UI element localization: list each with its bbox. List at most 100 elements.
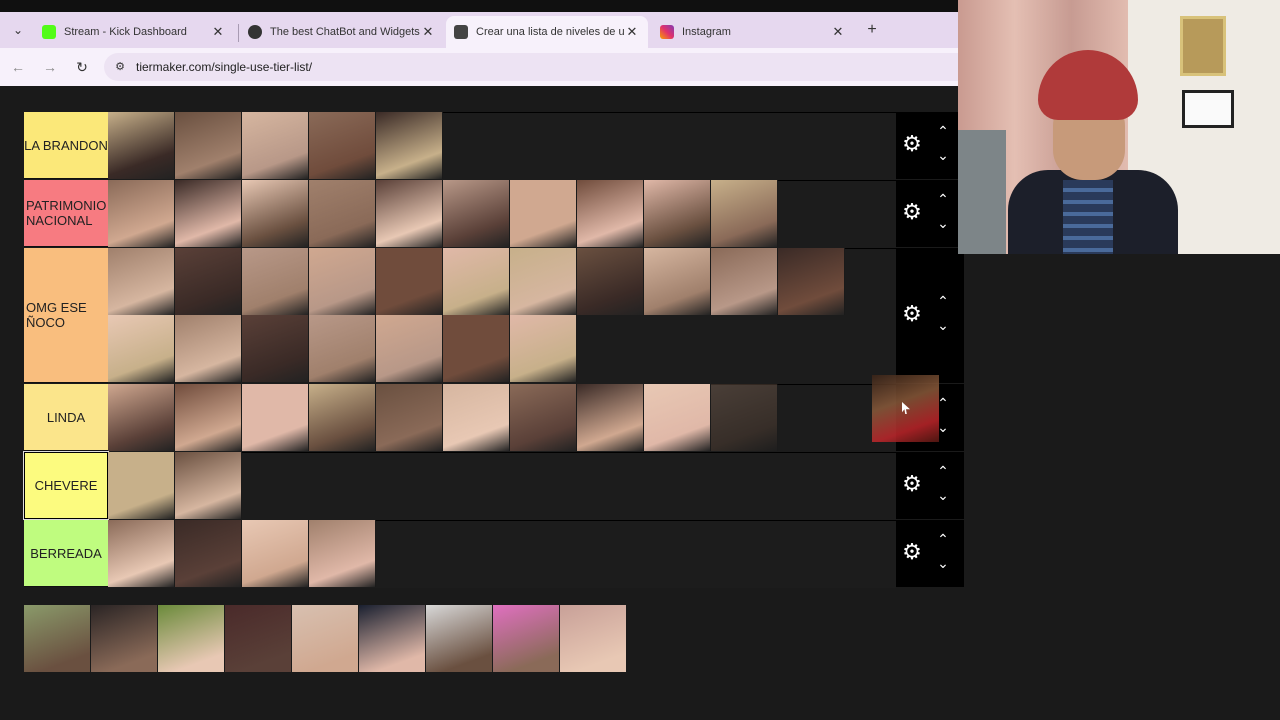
- shirt: [1063, 180, 1113, 254]
- chevron-up-icon[interactable]: ⌃: [936, 124, 950, 138]
- tier-item-image[interactable]: [644, 248, 711, 315]
- tier-item-image[interactable]: [175, 112, 242, 179]
- back-icon[interactable]: ←: [8, 57, 28, 77]
- tier-item-image[interactable]: [108, 384, 175, 451]
- gear-icon[interactable]: ⚙: [902, 201, 922, 223]
- tier-item-image[interactable]: [443, 384, 510, 451]
- tier-item-image[interactable]: [510, 248, 577, 315]
- tier-item-image[interactable]: [175, 248, 242, 315]
- site-info-icon[interactable]: ⚙: [112, 59, 128, 75]
- tier-item-image[interactable]: [644, 180, 711, 247]
- tier-item-image[interactable]: [108, 112, 175, 179]
- tier-item-image[interactable]: [644, 384, 711, 451]
- chevron-down-icon[interactable]: ⌄: [936, 216, 950, 230]
- close-icon[interactable]: ✕: [830, 24, 846, 40]
- chevron-up-icon[interactable]: ⌃: [936, 464, 950, 478]
- tier-item-image[interactable]: [711, 384, 778, 451]
- tier-item-image[interactable]: [242, 180, 309, 247]
- tier-item-image[interactable]: [175, 180, 242, 247]
- forward-icon[interactable]: →: [40, 57, 60, 77]
- tier-label[interactable]: CHEVERE: [23, 451, 109, 520]
- tier-item-image[interactable]: [577, 180, 644, 247]
- chevron-up-icon[interactable]: ⌃: [936, 192, 950, 206]
- chevron-down-icon[interactable]: ⌄: [936, 318, 950, 332]
- gear-icon[interactable]: ⚙: [902, 303, 922, 325]
- gear-icon[interactable]: ⚙: [902, 541, 922, 563]
- pool-item-image[interactable]: [560, 605, 627, 672]
- tab-search-icon[interactable]: ⌄: [8, 20, 28, 40]
- tier-item-image[interactable]: [108, 520, 175, 587]
- tier-row: PATRIMONIO NACIONAL ⚙ ⌃ ⌄: [24, 180, 964, 248]
- tier-item-image[interactable]: [376, 112, 443, 179]
- tier-items: [108, 180, 898, 247]
- tier-item-image[interactable]: [242, 384, 309, 451]
- chevron-up-icon[interactable]: ⌃: [936, 294, 950, 308]
- tier-item-image[interactable]: [510, 180, 577, 247]
- tab-kick-dashboard[interactable]: Stream - Kick Dashboard ✕: [34, 16, 234, 48]
- tier-item-image[interactable]: [242, 248, 309, 315]
- pool-item-image[interactable]: [158, 605, 225, 672]
- tier-item-image[interactable]: [443, 248, 510, 315]
- tier-item-image[interactable]: [175, 384, 242, 451]
- pool-item-image[interactable]: [91, 605, 158, 672]
- tier-item-image[interactable]: [242, 112, 309, 179]
- pool-item-image[interactable]: [24, 605, 91, 672]
- tier-item-image[interactable]: [443, 180, 510, 247]
- pool-item-image[interactable]: [225, 605, 292, 672]
- tier-item-image[interactable]: [309, 248, 376, 315]
- tier-label[interactable]: LINDA: [24, 384, 108, 451]
- tier-item-image[interactable]: [242, 315, 309, 382]
- tab-chatbot-widgets[interactable]: The best ChatBot and Widgets ✕: [240, 16, 444, 48]
- tier-label[interactable]: PATRIMONIO NACIONAL: [24, 180, 108, 247]
- close-icon[interactable]: ✕: [210, 24, 226, 40]
- tier-item-image[interactable]: [711, 180, 778, 247]
- tier-item-image[interactable]: [175, 452, 242, 519]
- pool-item-image[interactable]: [426, 605, 493, 672]
- tier-label[interactable]: OMG ESE ÑOCO: [24, 248, 108, 383]
- tier-item-image[interactable]: [309, 520, 376, 587]
- new-tab-button[interactable]: +: [862, 20, 882, 40]
- tier-item-image[interactable]: [242, 520, 309, 587]
- tier-item-image[interactable]: [577, 248, 644, 315]
- tab-tiermaker[interactable]: Crear una lista de niveles de un ✕: [446, 16, 648, 48]
- tier-item-image[interactable]: [510, 315, 577, 382]
- reload-icon[interactable]: ↻: [72, 57, 92, 77]
- tier-item-image[interactable]: [443, 315, 510, 382]
- toolbar: ← → ↻ ⚙ tiermaker.com/single-use-tier-li…: [0, 48, 958, 86]
- pool-item-image[interactable]: [359, 605, 426, 672]
- chevron-down-icon[interactable]: ⌄: [936, 556, 950, 570]
- tier-item-image[interactable]: [510, 384, 577, 451]
- tier-item-image[interactable]: [309, 180, 376, 247]
- tier-item-image[interactable]: [108, 452, 175, 519]
- tier-item-image[interactable]: [108, 180, 175, 247]
- pool-item-image[interactable]: [493, 605, 560, 672]
- url-text[interactable]: tiermaker.com/single-use-tier-list/: [136, 60, 312, 74]
- pool-item-image[interactable]: [292, 605, 359, 672]
- tier-item-image[interactable]: [376, 315, 443, 382]
- gear-icon[interactable]: ⚙: [902, 133, 922, 155]
- tier-item-image[interactable]: [376, 180, 443, 247]
- tab-instagram[interactable]: Instagram ✕: [652, 16, 854, 48]
- tier-item-image[interactable]: [376, 384, 443, 451]
- chevron-down-icon[interactable]: ⌄: [936, 488, 950, 502]
- tier-item-image[interactable]: [108, 315, 175, 382]
- close-icon[interactable]: ✕: [624, 24, 640, 40]
- tab-label: Stream - Kick Dashboard: [64, 26, 187, 38]
- tier-item-image[interactable]: [376, 248, 443, 315]
- tier-item-image[interactable]: [309, 384, 376, 451]
- gear-icon[interactable]: ⚙: [902, 473, 922, 495]
- tier-item-image[interactable]: [577, 384, 644, 451]
- close-icon[interactable]: ✕: [420, 24, 436, 40]
- tier-label[interactable]: BERREADA: [24, 520, 108, 587]
- tier-item-image[interactable]: [778, 248, 845, 315]
- address-bar[interactable]: ⚙ tiermaker.com/single-use-tier-list/: [104, 53, 958, 81]
- tier-item-image[interactable]: [711, 248, 778, 315]
- tier-item-image[interactable]: [309, 315, 376, 382]
- tier-item-image[interactable]: [309, 112, 376, 179]
- tier-item-image[interactable]: [175, 520, 242, 587]
- chevron-up-icon[interactable]: ⌃: [936, 532, 950, 546]
- chevron-down-icon[interactable]: ⌄: [936, 148, 950, 162]
- tier-label[interactable]: LA BRANDON: [24, 112, 108, 179]
- tier-item-image[interactable]: [175, 315, 242, 382]
- tier-item-image[interactable]: [108, 248, 175, 315]
